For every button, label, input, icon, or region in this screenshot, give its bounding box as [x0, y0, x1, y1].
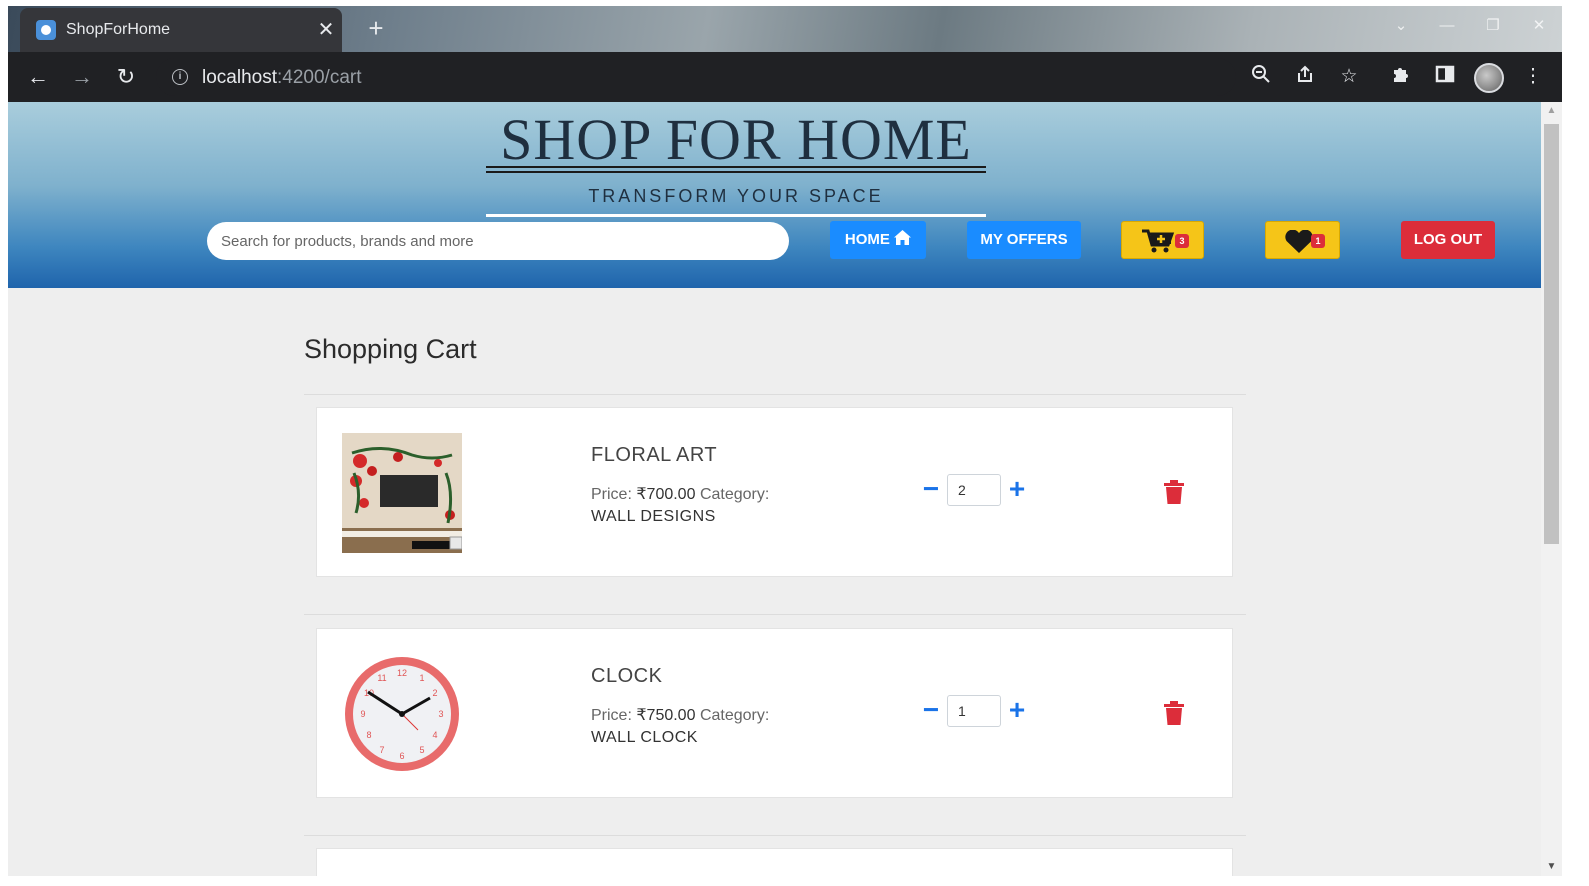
maximize-icon[interactable]: ❐ [1470, 6, 1516, 46]
zoom-icon[interactable] [1248, 64, 1274, 90]
window-controls: ⌄ — ❐ ✕ [1378, 6, 1562, 46]
product-name: FLORAL ART [591, 444, 718, 466]
cart-count-badge: 3 [1175, 234, 1189, 248]
product-price: Price: ₹700.00 Category: [591, 486, 770, 503]
svg-text:8: 8 [366, 730, 371, 740]
product-category: WALL DESIGNS [591, 508, 716, 525]
quantity-input[interactable] [947, 695, 1001, 727]
svg-text:3: 3 [438, 709, 443, 719]
browser-toolbar: ← → ↻ i localhost:4200/cart ☆ ⋮ [8, 52, 1562, 102]
quantity-input[interactable] [947, 474, 1001, 506]
site-header: SHOP FOR HOME TRANSFORM YOUR SPACE HOME … [8, 102, 1541, 288]
title-underline-second [486, 171, 986, 173]
decrease-quantity-button[interactable]: − [920, 472, 942, 508]
side-panel-icon[interactable] [1432, 64, 1458, 90]
browser-window: ShopForHome ✕ + ⌄ — ❐ ✕ ← → ↻ i localhos… [8, 6, 1562, 876]
cart-item-card [316, 848, 1233, 876]
shop-favicon-icon [36, 20, 56, 40]
decrease-quantity-button[interactable]: − [920, 693, 942, 729]
svg-text:1: 1 [419, 673, 424, 683]
home-button[interactable]: HOME [830, 221, 926, 259]
scroll-down-icon[interactable]: ▼ [1541, 858, 1562, 876]
logout-button[interactable]: LOG OUT [1401, 221, 1495, 259]
scrollbar-thumb[interactable] [1544, 124, 1559, 544]
reload-icon[interactable]: ↻ [112, 63, 140, 91]
product-price: Price: ₹750.00 Category: [591, 707, 770, 724]
svg-text:12: 12 [397, 668, 407, 678]
increase-quantity-button[interactable]: + [1006, 472, 1028, 508]
search-input[interactable] [207, 222, 789, 260]
profile-avatar[interactable] [1474, 63, 1504, 93]
chevron-down-icon[interactable]: ⌄ [1378, 6, 1424, 46]
home-button-label: HOME [844, 231, 890, 248]
tab-strip: ShopForHome ✕ + ⌄ — ❐ ✕ [8, 6, 1562, 52]
site-title[interactable]: SHOP FOR HOME [486, 106, 986, 173]
increase-quantity-button[interactable]: + [1006, 693, 1028, 729]
share-icon[interactable] [1292, 64, 1318, 90]
tab-title: ShopForHome [66, 21, 171, 38]
cart-item-card: 12 1 2 3 4 5 6 7 8 9 10 11 CL [316, 628, 1233, 798]
new-tab-button[interactable]: + [362, 14, 390, 42]
svg-text:9: 9 [360, 709, 365, 719]
svg-text:4: 4 [432, 730, 437, 740]
tagline-underline [486, 214, 986, 217]
home-icon [894, 230, 912, 248]
cart-item-card: FLORAL ART Price: ₹700.00 Category: WALL… [316, 407, 1233, 577]
product-category: WALL CLOCK [591, 729, 698, 746]
trash-icon[interactable] [1163, 701, 1185, 725]
title-underline [486, 166, 986, 168]
my-offers-button[interactable]: MY OFFERS [967, 221, 1081, 259]
extensions-puzzle-icon[interactable] [1388, 64, 1414, 90]
wishlist-button[interactable]: 1 [1265, 221, 1340, 259]
clock-image[interactable]: 12 1 2 3 4 5 6 7 8 9 10 11 [342, 654, 462, 774]
forward-arrow-icon[interactable]: → [68, 63, 96, 91]
svg-text:2: 2 [432, 688, 437, 698]
svg-text:5: 5 [419, 745, 424, 755]
svg-text:11: 11 [377, 673, 386, 683]
scroll-up-icon[interactable]: ▲ [1541, 102, 1562, 120]
info-icon[interactable]: i [172, 69, 188, 85]
divider [304, 835, 1246, 836]
wishlist-count-badge: 1 [1311, 234, 1325, 248]
heart-icon [1284, 229, 1314, 269]
svg-text:6: 6 [399, 751, 404, 761]
divider [304, 394, 1246, 395]
svg-text:7: 7 [379, 745, 384, 755]
url-text[interactable]: localhost:4200/cart [202, 67, 362, 89]
address-bar[interactable]: i localhost:4200/cart [156, 58, 1236, 96]
close-window-icon[interactable]: ✕ [1516, 6, 1562, 46]
site-tagline: TRANSFORM YOUR SPACE [588, 186, 884, 206]
bookmark-star-icon[interactable]: ☆ [1336, 64, 1362, 90]
more-menu-icon[interactable]: ⋮ [1520, 64, 1546, 90]
minimize-icon[interactable]: — [1424, 6, 1470, 46]
tab-close-icon[interactable]: ✕ [314, 16, 338, 44]
cart-button[interactable]: 3 [1121, 221, 1204, 259]
back-arrow-icon[interactable]: ← [24, 63, 52, 91]
page-scrollbar[interactable]: ▲ ▼ [1541, 102, 1562, 876]
cart-plus-icon [1142, 229, 1176, 268]
page-title: Shopping Cart [304, 334, 477, 364]
floral-art-image[interactable] [342, 433, 463, 553]
divider [304, 614, 1246, 615]
product-name: CLOCK [591, 665, 663, 687]
trash-icon[interactable] [1163, 480, 1185, 504]
browser-tab[interactable]: ShopForHome ✕ [20, 8, 342, 52]
